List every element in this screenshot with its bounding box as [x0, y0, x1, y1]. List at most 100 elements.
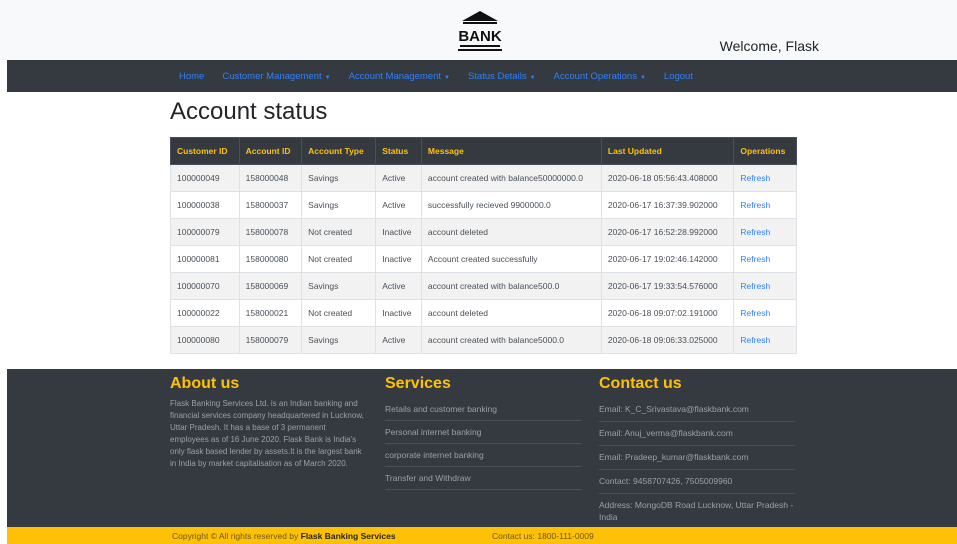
services-title: Services [385, 375, 451, 392]
cell-customer-id: 100000022 [170, 299, 240, 327]
nav-account-management[interactable]: Account Management ▼ [349, 71, 450, 82]
table-header-row: Customer ID Account ID Account Type Stat… [170, 137, 797, 165]
cell-status: Inactive [375, 245, 422, 273]
footer-contact: Contact us Email: K_C_Srivastava@flaskba… [599, 375, 795, 529]
header-last-updated: Last Updated [600, 137, 735, 165]
cell-message: account created with balance50000000.0 [420, 164, 602, 192]
refresh-link[interactable]: Refresh [733, 245, 797, 273]
copyright-bar: Copyright © All rights reserved by Flask… [7, 527, 957, 544]
service-item[interactable]: Transfer and Withdraw [385, 467, 581, 490]
nav-account-operations-label: Account Operations [553, 70, 637, 82]
nav-account-operations[interactable]: Account Operations ▼ [554, 71, 646, 82]
cell-status: Active [375, 272, 422, 300]
footer-services: Services Retails and customer banking Pe… [385, 375, 581, 490]
nav-customer-management[interactable]: Customer Management ▼ [222, 71, 330, 82]
footer-about: About us Flask Banking Services Ltd. is … [170, 375, 366, 470]
table-row: 100000081 158000080 Not created Inactive… [170, 245, 797, 273]
cell-message: account deleted [420, 218, 602, 246]
contact-email: Email: Pradeep_kumar@flaskbank.com [599, 446, 795, 470]
refresh-link[interactable]: Refresh [733, 326, 797, 354]
cell-account-id: 158000048 [238, 164, 303, 192]
cell-status: Active [375, 164, 422, 192]
cell-last-updated: 2020-06-17 19:33:54.576000 [600, 272, 735, 300]
table-row: 100000038 158000037 Savings Active succe… [170, 191, 797, 219]
refresh-link[interactable]: Refresh [733, 299, 797, 327]
cell-customer-id: 100000079 [170, 218, 240, 246]
cell-account-id: 158000078 [238, 218, 303, 246]
copyright-brand: Flask Banking Services [300, 531, 396, 541]
account-status-table: Customer ID Account ID Account Type Stat… [170, 137, 797, 354]
service-item[interactable]: corporate internet banking [385, 444, 581, 467]
nav-home[interactable]: Home [179, 71, 204, 82]
cell-message: successfully recieved 9900000.0 [420, 191, 602, 219]
cell-account-type: Not created [301, 218, 377, 246]
copyright-prefix: Copyright © All rights reserved by [172, 531, 301, 541]
logo-text: BANK [458, 28, 501, 45]
cell-account-type: Savings [301, 164, 377, 192]
about-text: Flask Banking Services Ltd. is an Indian… [170, 399, 364, 468]
caret-down-icon: ▼ [444, 74, 450, 81]
bottom-contact: Contact us: 1800-111-0009 [492, 531, 594, 541]
contact-title: Contact us [599, 375, 682, 392]
about-title: About us [170, 375, 240, 392]
refresh-link[interactable]: Refresh [733, 164, 797, 192]
header-account-type: Account Type [301, 137, 377, 165]
refresh-link[interactable]: Refresh [733, 218, 797, 246]
cell-customer-id: 100000070 [170, 272, 240, 300]
cell-customer-id: 100000081 [170, 245, 240, 273]
table-row: 100000079 158000078 Not created Inactive… [170, 218, 797, 246]
caret-down-icon: ▼ [639, 74, 646, 81]
copyright-text: Copyright © All rights reserved by Flask… [172, 531, 396, 541]
refresh-link[interactable]: Refresh [733, 272, 797, 300]
service-item[interactable]: Retails and customer banking [385, 398, 581, 421]
cell-last-updated: 2020-06-18 09:07:02.191000 [600, 299, 735, 327]
cell-account-type: Savings [301, 191, 377, 219]
cell-account-id: 158000069 [238, 272, 303, 300]
header-account-id: Account ID [238, 137, 303, 165]
contact-address: Address: MongoDB Road Lucknow, Uttar Pra… [599, 500, 794, 522]
nav-account-management-label: Account Management [348, 70, 441, 82]
contact-phone: Contact: 9458707426, 7505009960 [599, 470, 795, 494]
nav-status-details[interactable]: Status Details ▼ [468, 71, 536, 82]
header-status: Status [375, 137, 422, 165]
cell-message: account deleted [420, 299, 602, 327]
cell-status: Active [375, 191, 422, 219]
cell-customer-id: 100000038 [170, 191, 240, 219]
nav-logout[interactable]: Logout [664, 71, 693, 82]
cell-last-updated: 2020-06-17 16:37:39.902000 [600, 191, 735, 219]
page-title: Account status [170, 98, 328, 125]
header-customer-id: Customer ID [170, 137, 240, 165]
cell-last-updated: 2020-06-18 05:56:43.408000 [600, 164, 735, 192]
cell-customer-id: 100000080 [170, 326, 240, 354]
cell-status: Inactive [375, 218, 422, 246]
main-navbar: Home Customer Management ▼ Account Manage… [7, 60, 957, 92]
bank-logo-icon[interactable]: BANK [455, 10, 505, 52]
cell-customer-id: 100000049 [170, 164, 240, 192]
table-row: 100000022 158000021 Not created Inactive… [170, 299, 797, 327]
header-message: Message [420, 137, 602, 165]
cell-account-type: Not created [301, 245, 377, 273]
cell-status: Active [375, 326, 422, 354]
service-item[interactable]: Personal internet banking [385, 421, 581, 444]
cell-status: Inactive [375, 299, 422, 327]
top-header: BANK Welcome, Flask [0, 0, 957, 60]
nav-home-label: Home [179, 70, 205, 82]
cell-account-id: 158000079 [238, 326, 303, 354]
refresh-link[interactable]: Refresh [733, 191, 797, 219]
cell-last-updated: 2020-06-18 09:06:33.025000 [600, 326, 735, 354]
cell-account-id: 158000080 [238, 245, 303, 273]
nav-status-details-label: Status Details [467, 70, 527, 82]
cell-account-id: 158000021 [238, 299, 303, 327]
cell-message: account created with balance500.0 [420, 272, 602, 300]
table-row: 100000080 158000079 Savings Active accou… [170, 326, 797, 354]
cell-account-id: 158000037 [238, 191, 303, 219]
cell-last-updated: 2020-06-17 19:02:46.142000 [600, 245, 735, 273]
table-row: 100000049 158000048 Savings Active accou… [170, 164, 797, 192]
table-row: 100000070 158000069 Savings Active accou… [170, 272, 797, 300]
cell-account-type: Savings [301, 272, 377, 300]
footer: About us Flask Banking Services Ltd. is … [7, 369, 957, 527]
contact-email: Email: K_C_Srivastava@flaskbank.com [599, 398, 795, 422]
contact-email: Email: Anuj_verma@flaskbank.com [599, 422, 795, 446]
nav-logout-label: Logout [663, 70, 693, 82]
nav-customer-management-label: Customer Management [222, 70, 322, 82]
